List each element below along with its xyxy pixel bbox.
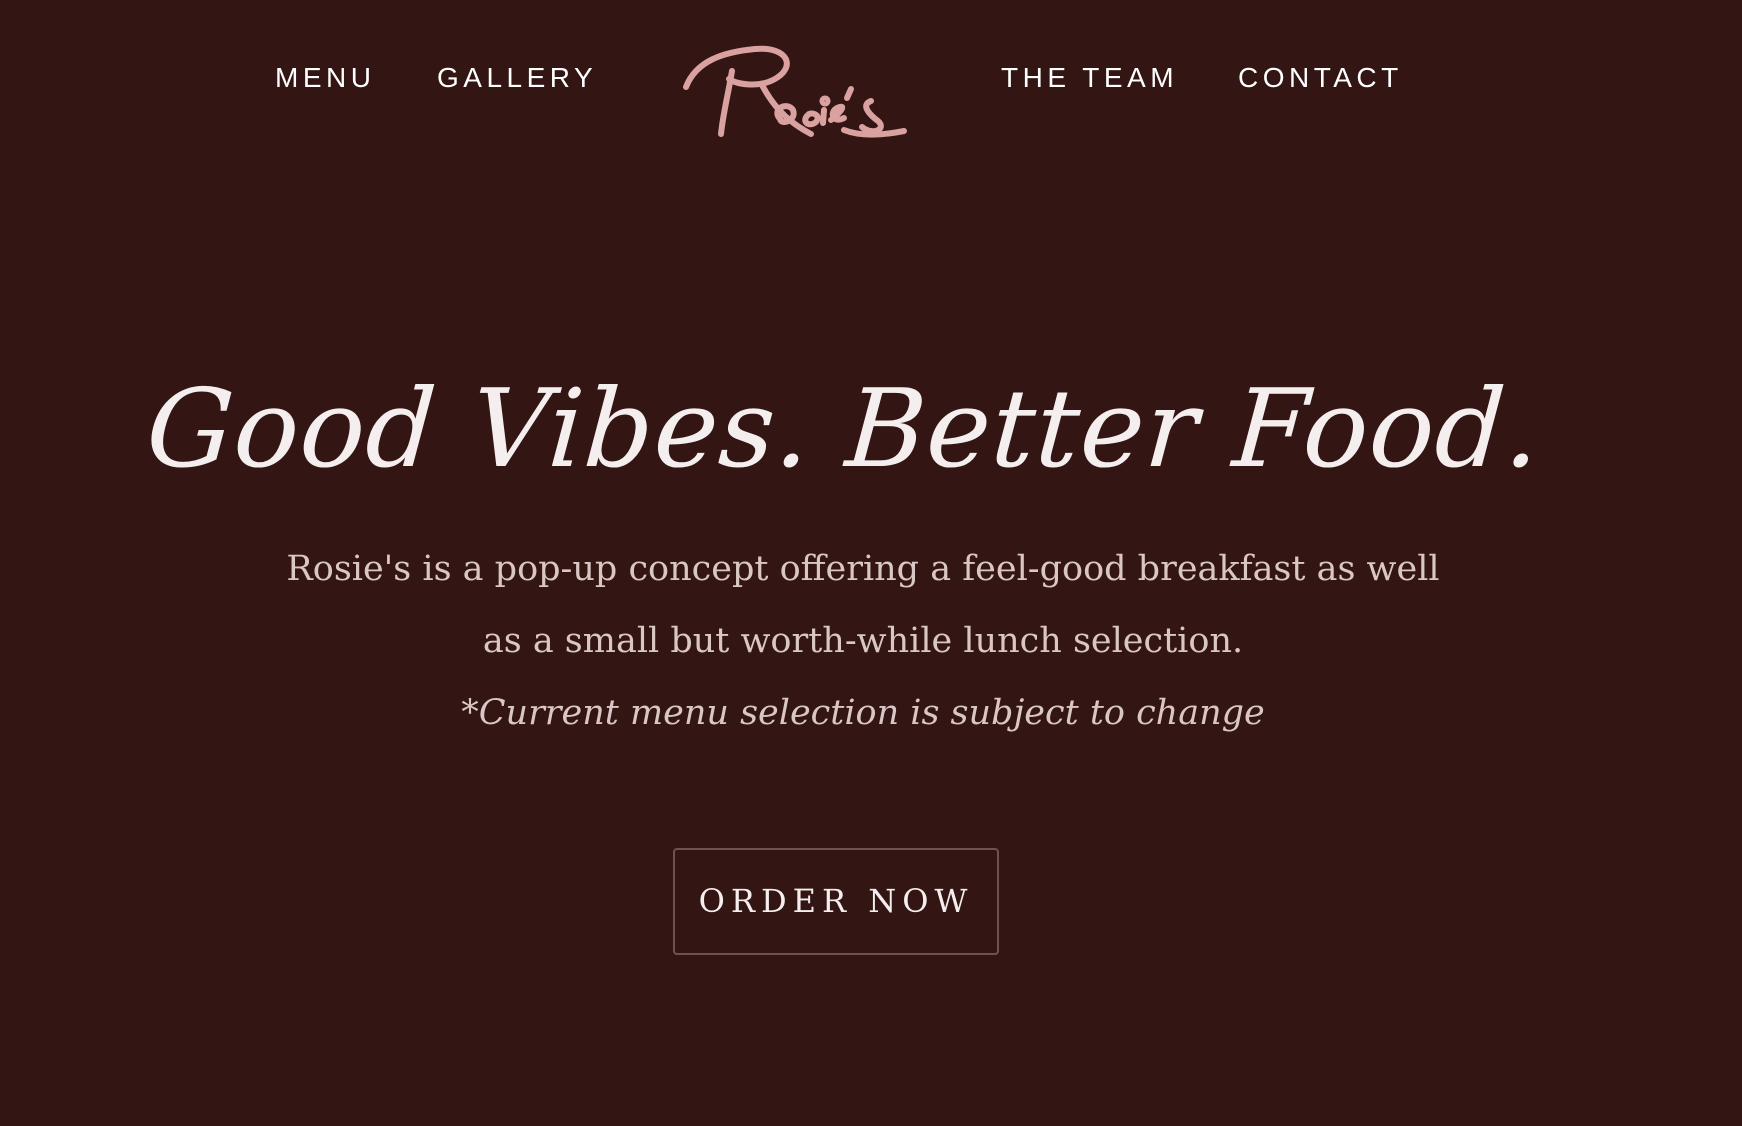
nav-contact-link[interactable]: CONTACT (1238, 62, 1403, 94)
hero-description: Rosie's is a pop-up concept offering a f… (286, 549, 1440, 661)
rosies-logo[interactable] (680, 18, 920, 148)
nav-gallery-link[interactable]: GALLERY (437, 62, 597, 94)
nav-menu-link[interactable]: MENU (275, 62, 375, 94)
order-now-button[interactable]: ORDER NOW (673, 848, 999, 955)
rosies-script-logo-icon (683, 45, 907, 138)
hero-headline: Good Vibes. Better Food. (142, 367, 1546, 492)
nav-the-team-link[interactable]: THE TEAM (1001, 62, 1178, 94)
site-header: MENU GALLERY THE TEAM CONTACT (0, 0, 1742, 170)
hero-section: Good Vibes. Better Food. Rosie's is a po… (0, 355, 1742, 749)
menu-change-note: *Current menu selection is subject to ch… (461, 693, 1265, 733)
